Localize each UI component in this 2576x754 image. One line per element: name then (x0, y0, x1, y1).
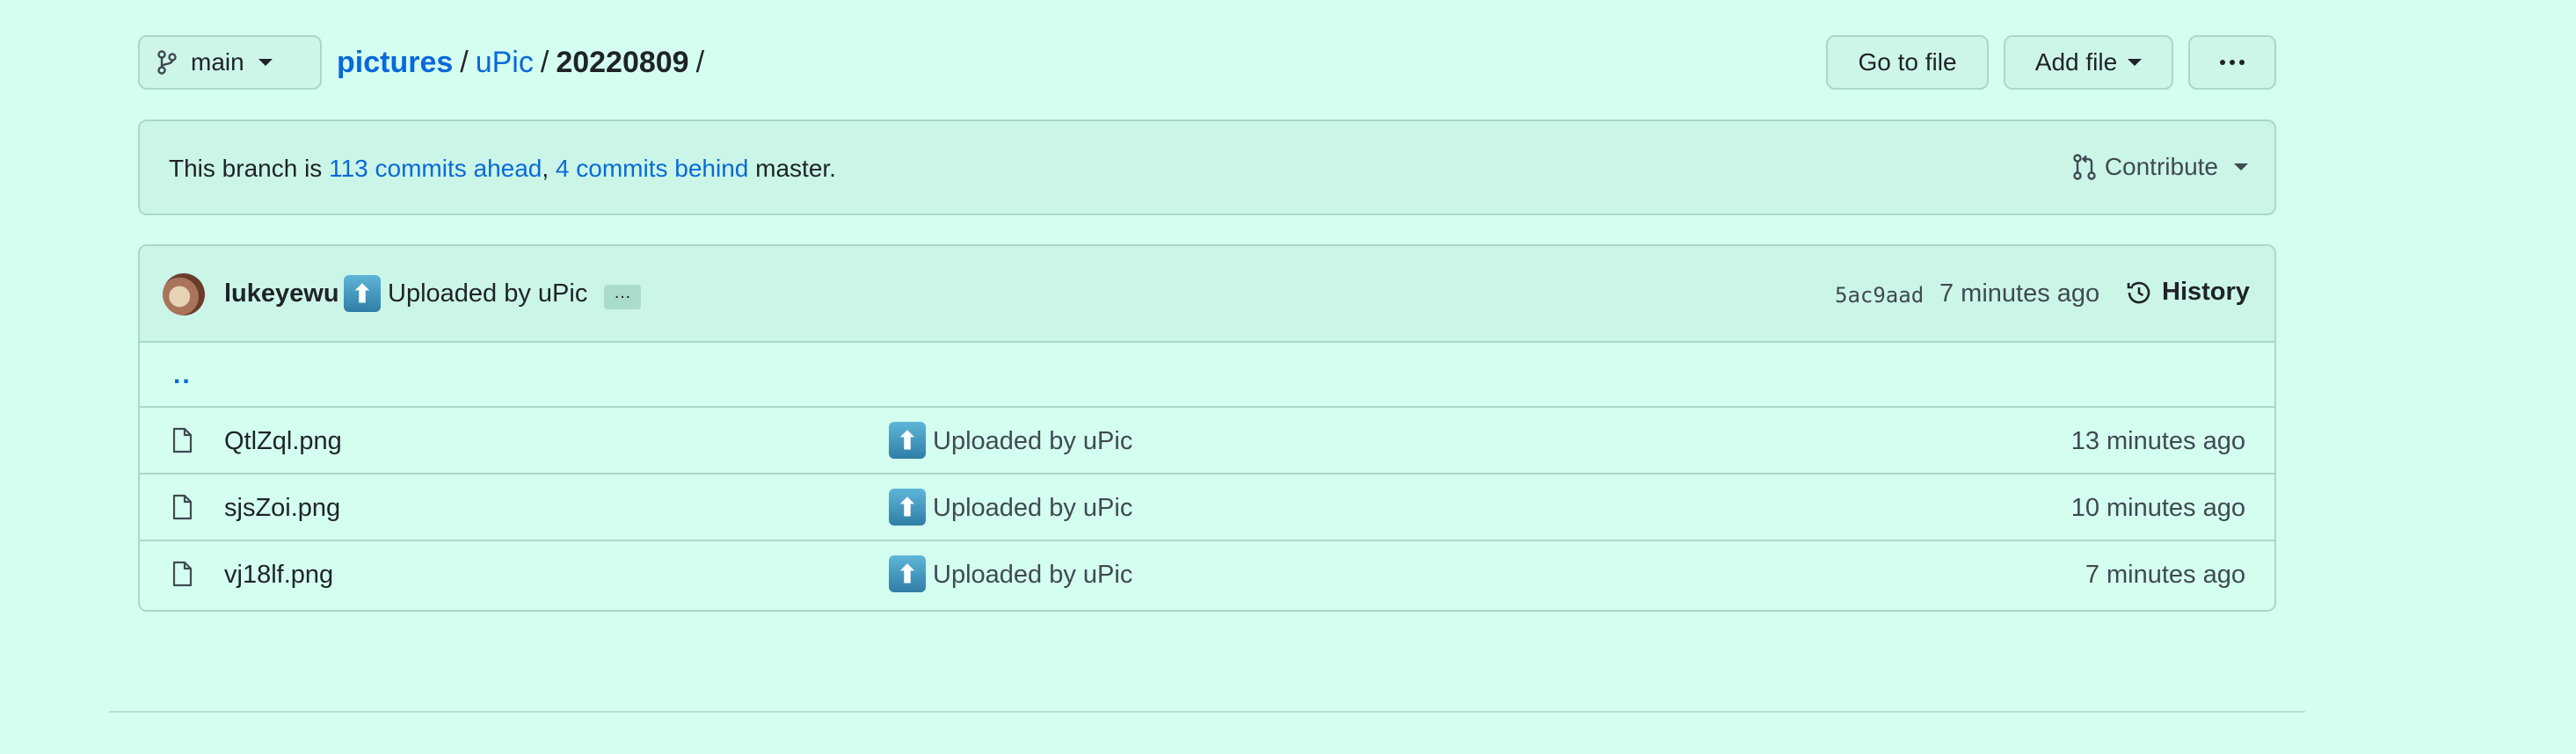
add-file-button[interactable]: Add file (2004, 35, 2173, 90)
add-file-label: Add file (2034, 48, 2118, 76)
latest-commit-row: lukeyewu ⬆ Uploaded by uPic … 5ac9aad 7 … (140, 246, 2274, 343)
avatar[interactable] (163, 273, 205, 315)
contribute-label: Contribute (2104, 153, 2218, 180)
table-row[interactable]: vj18lf.png ⬆ Uploaded by uPic 7 minutes … (140, 541, 2274, 608)
branch-selector-button[interactable]: main (138, 35, 322, 90)
branch-status-text: This branch is 113 commits ahead, 4 comm… (169, 155, 836, 183)
footer-divider (109, 711, 2305, 713)
breadcrumb-separator: / (460, 46, 469, 79)
commit-time: 7 minutes ago (1939, 279, 2100, 308)
file-name-link[interactable]: QtlZql.png (224, 427, 342, 456)
more-options-button[interactable] (2188, 35, 2276, 90)
commit-sha-link[interactable]: 5ac9aad (1835, 283, 1924, 308)
kebab-horizontal-icon (2220, 60, 2245, 65)
branch-status-prefix: This branch is (169, 155, 330, 182)
contribute-dropdown[interactable]: Contribute (2073, 153, 2248, 181)
chevron-down-icon (2234, 163, 2248, 170)
parent-directory-row[interactable]: .. (140, 343, 2274, 408)
parent-directory-link[interactable]: .. (173, 360, 192, 390)
branch-status-comma: , (542, 155, 556, 182)
commit-message-link[interactable]: Uploaded by uPic (388, 279, 587, 308)
commits-behind-link[interactable]: 4 commits behind (556, 155, 748, 182)
file-table: lukeyewu ⬆ Uploaded by uPic … 5ac9aad 7 … (138, 244, 2276, 612)
expand-commit-message-button[interactable]: … (604, 284, 641, 309)
go-to-file-button[interactable]: Go to file (1826, 35, 1989, 90)
breadcrumb-folder-link[interactable]: uPic (476, 46, 534, 79)
file-commit-message-link[interactable]: Uploaded by uPic (933, 427, 1132, 456)
breadcrumb-separator: / (540, 46, 549, 79)
file-commit-age: 7 minutes ago (2085, 561, 2245, 589)
file-name-link[interactable]: vj18lf.png (224, 561, 333, 590)
up-arrow-emoji-icon: ⬆ (889, 422, 926, 459)
git-branch-icon (157, 50, 177, 75)
git-pull-request-icon (2073, 154, 2096, 180)
breadcrumb-current: 20220809 (556, 46, 689, 79)
commits-ahead-link[interactable]: 113 commits ahead (329, 155, 542, 182)
breadcrumb-repo-link[interactable]: pictures (337, 46, 453, 79)
table-row[interactable]: sjsZoi.png ⬆ Uploaded by uPic 10 minutes… (140, 475, 2274, 541)
up-arrow-emoji-icon: ⬆ (889, 555, 926, 592)
file-icon (172, 427, 193, 453)
branch-status-banner: This branch is 113 commits ahead, 4 comm… (138, 120, 2276, 215)
repo-toolbar: main pictures / uPic/20220809/ Go to file … (138, 35, 2276, 91)
breadcrumb-separator: / (695, 46, 705, 79)
go-to-file-label: Go to file (1858, 48, 1957, 76)
file-icon (172, 494, 193, 520)
file-commit-message-link[interactable]: Uploaded by uPic (933, 494, 1132, 523)
history-link[interactable]: History (2125, 278, 2250, 307)
branch-name: main (191, 48, 244, 76)
breadcrumb: pictures / uPic/20220809/ (337, 46, 711, 80)
history-clock-icon (2127, 281, 2150, 303)
table-row[interactable]: QtlZql.png ⬆ Uploaded by uPic 13 minutes… (140, 408, 2274, 475)
file-commit-message-link[interactable]: Uploaded by uPic (933, 561, 1132, 590)
file-name-link[interactable]: sjsZoi.png (224, 494, 340, 523)
up-arrow-emoji-icon: ⬆ (344, 275, 381, 312)
chevron-down-icon (2128, 59, 2143, 66)
up-arrow-emoji-icon: ⬆ (889, 489, 926, 526)
file-icon (172, 561, 193, 587)
commit-author-link[interactable]: lukeyewu (224, 279, 339, 308)
chevron-down-icon (258, 59, 273, 66)
history-label: History (2162, 278, 2250, 306)
file-commit-age: 13 minutes ago (2070, 427, 2245, 455)
branch-status-suffix: master. (748, 155, 836, 182)
file-commit-age: 10 minutes ago (2070, 494, 2245, 522)
